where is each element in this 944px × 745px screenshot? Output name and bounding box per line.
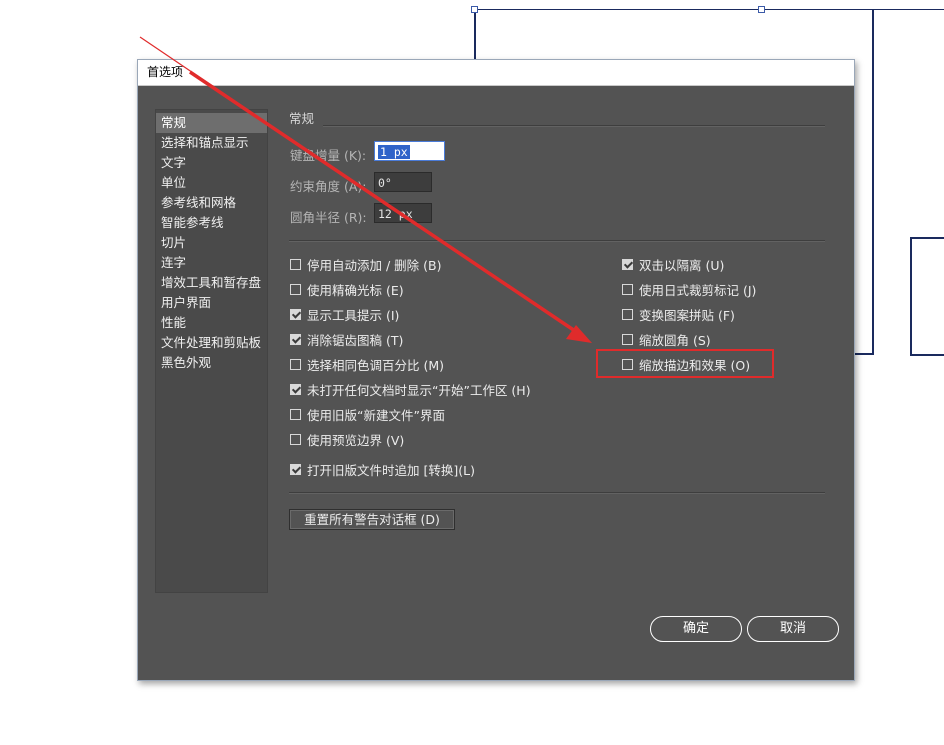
annotation-arrow-icon (139, 36, 592, 343)
